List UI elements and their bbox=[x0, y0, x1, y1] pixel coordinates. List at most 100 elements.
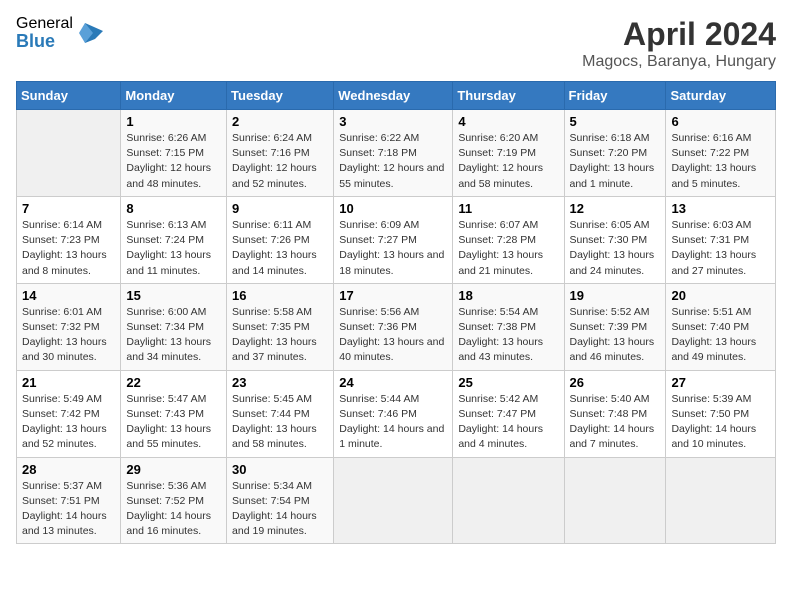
table-row bbox=[666, 457, 776, 544]
day-number: 7 bbox=[22, 201, 115, 216]
calendar-week-row: 7Sunrise: 6:14 AMSunset: 7:23 PMDaylight… bbox=[17, 196, 776, 283]
day-number: 3 bbox=[339, 114, 447, 129]
day-number: 16 bbox=[232, 288, 328, 303]
table-row: 16 Sunrise: 5:58 AMSunset: 7:35 PMDayligh… bbox=[227, 283, 334, 370]
day-info: Sunrise: 6:05 AMSunset: 7:30 PMDaylight:… bbox=[570, 218, 661, 279]
page-header: General Blue April 2024 Magocs, Baranya,… bbox=[16, 16, 776, 71]
day-info: Sunrise: 6:07 AMSunset: 7:28 PMDaylight:… bbox=[458, 218, 558, 279]
table-row: 11 Sunrise: 6:07 AMSunset: 7:28 PMDayligh… bbox=[453, 196, 564, 283]
day-number: 13 bbox=[671, 201, 770, 216]
table-row: 2 Sunrise: 6:24 AMSunset: 7:16 PMDaylight… bbox=[227, 110, 334, 197]
table-row: 22 Sunrise: 5:47 AMSunset: 7:43 PMDayligh… bbox=[121, 370, 227, 457]
table-row: 7Sunrise: 6:14 AMSunset: 7:23 PMDaylight… bbox=[17, 196, 121, 283]
table-row: 20 Sunrise: 5:51 AMSunset: 7:40 PMDayligh… bbox=[666, 283, 776, 370]
day-number: 2 bbox=[232, 114, 328, 129]
table-row: 24 Sunrise: 5:44 AMSunset: 7:46 PMDayligh… bbox=[334, 370, 453, 457]
day-info: Sunrise: 5:45 AMSunset: 7:44 PMDaylight:… bbox=[232, 392, 328, 453]
day-number: 20 bbox=[671, 288, 770, 303]
day-number: 4 bbox=[458, 114, 558, 129]
day-info: Sunrise: 6:09 AMSunset: 7:27 PMDaylight:… bbox=[339, 218, 447, 279]
day-number: 22 bbox=[126, 375, 221, 390]
location: Magocs, Baranya, Hungary bbox=[582, 53, 776, 71]
logo: General Blue bbox=[16, 16, 103, 50]
table-row: 23 Sunrise: 5:45 AMSunset: 7:44 PMDayligh… bbox=[227, 370, 334, 457]
day-number: 9 bbox=[232, 201, 328, 216]
day-number: 12 bbox=[570, 201, 661, 216]
day-number: 24 bbox=[339, 375, 447, 390]
table-row: 27 Sunrise: 5:39 AMSunset: 7:50 PMDayligh… bbox=[666, 370, 776, 457]
day-number: 21 bbox=[22, 375, 115, 390]
day-info: Sunrise: 5:47 AMSunset: 7:43 PMDaylight:… bbox=[126, 392, 221, 453]
day-number: 1 bbox=[126, 114, 221, 129]
col-friday: Friday bbox=[564, 82, 666, 110]
day-info: Sunrise: 5:34 AMSunset: 7:54 PMDaylight:… bbox=[232, 479, 328, 540]
day-info: Sunrise: 5:51 AMSunset: 7:40 PMDaylight:… bbox=[671, 305, 770, 366]
table-row bbox=[334, 457, 453, 544]
day-number: 8 bbox=[126, 201, 221, 216]
day-info: Sunrise: 5:39 AMSunset: 7:50 PMDaylight:… bbox=[671, 392, 770, 453]
day-info: Sunrise: 6:01 AMSunset: 7:32 PMDaylight:… bbox=[22, 305, 115, 366]
day-number: 10 bbox=[339, 201, 447, 216]
day-info: Sunrise: 6:22 AMSunset: 7:18 PMDaylight:… bbox=[339, 131, 447, 192]
day-info: Sunrise: 5:40 AMSunset: 7:48 PMDaylight:… bbox=[570, 392, 661, 453]
logo-general: General bbox=[16, 16, 73, 32]
col-thursday: Thursday bbox=[453, 82, 564, 110]
logo-text: General Blue bbox=[16, 16, 73, 50]
logo-icon bbox=[75, 19, 103, 47]
day-info: Sunrise: 6:03 AMSunset: 7:31 PMDaylight:… bbox=[671, 218, 770, 279]
table-row: 9Sunrise: 6:11 AMSunset: 7:26 PMDaylight… bbox=[227, 196, 334, 283]
table-row: 18Sunrise: 5:54 AMSunset: 7:38 PMDayligh… bbox=[453, 283, 564, 370]
col-monday: Monday bbox=[121, 82, 227, 110]
table-row: 6Sunrise: 6:16 AMSunset: 7:22 PMDaylight… bbox=[666, 110, 776, 197]
table-row: 26 Sunrise: 5:40 AMSunset: 7:48 PMDayligh… bbox=[564, 370, 666, 457]
day-number: 5 bbox=[570, 114, 661, 129]
table-row: 4Sunrise: 6:20 AMSunset: 7:19 PMDaylight… bbox=[453, 110, 564, 197]
day-number: 30 bbox=[232, 462, 328, 477]
day-info: Sunrise: 5:56 AMSunset: 7:36 PMDaylight:… bbox=[339, 305, 447, 366]
table-row: 25 Sunrise: 5:42 AMSunset: 7:47 PMDayligh… bbox=[453, 370, 564, 457]
day-number: 23 bbox=[232, 375, 328, 390]
day-info: Sunrise: 5:54 AMSunset: 7:38 PMDaylight:… bbox=[458, 305, 558, 366]
day-info: Sunrise: 6:00 AMSunset: 7:34 PMDaylight:… bbox=[126, 305, 221, 366]
col-saturday: Saturday bbox=[666, 82, 776, 110]
calendar-week-row: 1 Sunrise: 6:26 AMSunset: 7:15 PMDaylight… bbox=[17, 110, 776, 197]
col-tuesday: Tuesday bbox=[227, 82, 334, 110]
table-row: 14 Sunrise: 6:01 AMSunset: 7:32 PMDayligh… bbox=[17, 283, 121, 370]
table-row: 8 Sunrise: 6:13 AMSunset: 7:24 PMDaylight… bbox=[121, 196, 227, 283]
table-row: 28Sunrise: 5:37 AMSunset: 7:51 PMDayligh… bbox=[17, 457, 121, 544]
day-number: 14 bbox=[22, 288, 115, 303]
col-sunday: Sunday bbox=[17, 82, 121, 110]
month-year: April 2024 bbox=[582, 16, 776, 53]
day-number: 26 bbox=[570, 375, 661, 390]
table-row: 5 Sunrise: 6:18 AMSunset: 7:20 PMDaylight… bbox=[564, 110, 666, 197]
table-row: 30 Sunrise: 5:34 AMSunset: 7:54 PMDayligh… bbox=[227, 457, 334, 544]
calendar-header-row: Sunday Monday Tuesday Wednesday Thursday… bbox=[17, 82, 776, 110]
day-info: Sunrise: 6:26 AMSunset: 7:15 PMDaylight:… bbox=[126, 131, 221, 192]
table-row: 13 Sunrise: 6:03 AMSunset: 7:31 PMDayligh… bbox=[666, 196, 776, 283]
day-info: Sunrise: 5:42 AMSunset: 7:47 PMDaylight:… bbox=[458, 392, 558, 453]
day-number: 29 bbox=[126, 462, 221, 477]
day-info: Sunrise: 5:58 AMSunset: 7:35 PMDaylight:… bbox=[232, 305, 328, 366]
day-number: 25 bbox=[458, 375, 558, 390]
day-info: Sunrise: 6:18 AMSunset: 7:20 PMDaylight:… bbox=[570, 131, 661, 192]
day-info: Sunrise: 5:52 AMSunset: 7:39 PMDaylight:… bbox=[570, 305, 661, 366]
day-number: 11 bbox=[458, 201, 558, 216]
title-block: April 2024 Magocs, Baranya, Hungary bbox=[582, 16, 776, 71]
day-number: 27 bbox=[671, 375, 770, 390]
day-number: 17 bbox=[339, 288, 447, 303]
table-row: 29 Sunrise: 5:36 AMSunset: 7:52 PMDayligh… bbox=[121, 457, 227, 544]
table-row: 1 Sunrise: 6:26 AMSunset: 7:15 PMDaylight… bbox=[121, 110, 227, 197]
day-info: Sunrise: 5:49 AMSunset: 7:42 PMDaylight:… bbox=[22, 392, 115, 453]
table-row: 12 Sunrise: 6:05 AMSunset: 7:30 PMDayligh… bbox=[564, 196, 666, 283]
table-row: 19 Sunrise: 5:52 AMSunset: 7:39 PMDayligh… bbox=[564, 283, 666, 370]
day-number: 19 bbox=[570, 288, 661, 303]
day-number: 6 bbox=[671, 114, 770, 129]
day-info: Sunrise: 6:24 AMSunset: 7:16 PMDaylight:… bbox=[232, 131, 328, 192]
calendar-week-row: 21 Sunrise: 5:49 AMSunset: 7:42 PMDayligh… bbox=[17, 370, 776, 457]
day-info: Sunrise: 5:44 AMSunset: 7:46 PMDaylight:… bbox=[339, 392, 447, 453]
table-row bbox=[453, 457, 564, 544]
day-info: Sunrise: 6:13 AMSunset: 7:24 PMDaylight:… bbox=[126, 218, 221, 279]
calendar-table: Sunday Monday Tuesday Wednesday Thursday… bbox=[16, 81, 776, 544]
day-number: 28 bbox=[22, 462, 115, 477]
day-info: Sunrise: 5:36 AMSunset: 7:52 PMDaylight:… bbox=[126, 479, 221, 540]
